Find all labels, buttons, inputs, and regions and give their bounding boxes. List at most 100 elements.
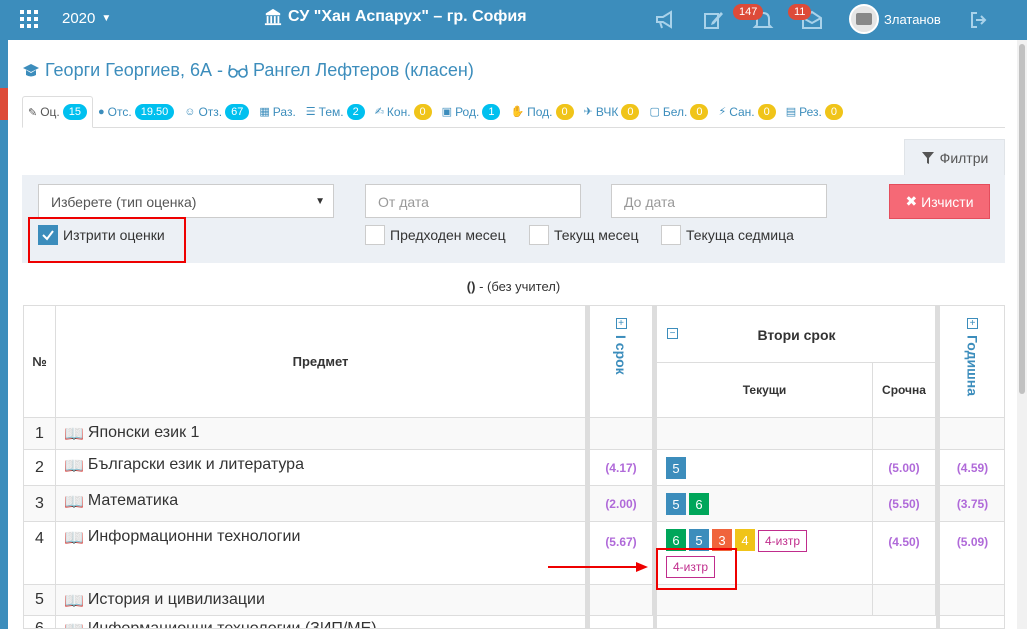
tab-label: Оц. (40, 105, 60, 119)
tab-label: Тем. (318, 104, 344, 119)
logout-icon[interactable] (970, 11, 988, 29)
header-annual[interactable]: + Годишна (940, 306, 1004, 418)
expand-plus-icon[interactable]: + (967, 318, 978, 329)
document-icon: ▤ (785, 106, 797, 118)
sidebar-active-marker (0, 88, 8, 120)
term2-label: Втори срок (757, 326, 836, 343)
annual-cell-spacer (940, 562, 1004, 585)
current-week-checkbox-row[interactable]: Текуща седмица (661, 225, 794, 245)
book-icon: 📖 (64, 458, 84, 475)
annual-label: Годишна (964, 335, 981, 397)
megaphone-icon[interactable] (655, 10, 677, 30)
term-grade-cell (873, 585, 936, 616)
scroll-thumb[interactable] (1019, 44, 1025, 394)
subject-name: Математика (87, 492, 179, 509)
current-month-checkbox[interactable] (529, 225, 549, 245)
tab-label: Под. (527, 104, 553, 119)
term-grade-cell (873, 418, 936, 450)
current-grades-cell: 56 (657, 486, 873, 522)
row-number: 1 (24, 418, 56, 450)
book-icon: 📖 (64, 530, 84, 547)
term1-average: (5.67) (590, 522, 653, 562)
filters-toggle-button[interactable]: Филтри (904, 139, 1005, 175)
tab-label: Отз. (198, 104, 223, 119)
tab-schedule[interactable]: ▦ Раз. (254, 96, 300, 127)
prev-month-checkbox-row[interactable]: Предходен месец (365, 225, 506, 245)
current-month-checkbox-row[interactable]: Текущ месец (529, 225, 638, 245)
row-number: 3 (24, 486, 56, 522)
close-icon: ✖ (905, 193, 918, 209)
chevron-down-icon: ▼ (101, 13, 112, 24)
row-number: 6 (24, 616, 56, 628)
tab-label: Сан. (729, 104, 755, 119)
header-term1[interactable]: + I срок (590, 306, 653, 418)
grade-chip[interactable]: 6 (689, 493, 709, 515)
book-icon: 📖 (64, 593, 84, 610)
red-arrow-annotation (548, 562, 648, 572)
year-label: 2020 (62, 10, 96, 27)
to-date-input[interactable]: До дата (611, 184, 827, 218)
avatar[interactable] (849, 4, 879, 34)
term2-average: (5.00) (873, 450, 936, 486)
subject-name: История и цивилизации (87, 591, 265, 608)
tab-extracurricular[interactable]: ✈ ВЧК 0 (579, 96, 645, 127)
current-week-checkbox[interactable] (661, 225, 681, 245)
row-number: 2 (24, 450, 56, 486)
list-icon: ☰ (305, 106, 316, 118)
term-grade-cell-spacer (873, 562, 936, 585)
table-row: 📖 История и цивилизации (56, 585, 586, 616)
current-grades-cell: 5 (657, 450, 873, 486)
handshake-icon: ✋ (510, 106, 525, 118)
term2-average: (4.50) (873, 522, 936, 562)
prev-month-checkbox[interactable] (365, 225, 385, 245)
tab-count: 0 (757, 103, 776, 120)
top-bar: 2020 ▼ СУ "Хан Аспарух" – гр. София 147 1… (0, 0, 1027, 40)
current-grades-cell (657, 418, 873, 450)
page-title: Георги Георгиев, 6А - Рангел Лефтеров (к… (22, 60, 474, 81)
tab-results[interactable]: ▤ Рез. 0 (781, 96, 848, 127)
from-date-placeholder: От дата (378, 194, 429, 210)
edit-icon[interactable] (703, 10, 725, 30)
from-date-input[interactable]: От дата (365, 184, 581, 218)
notifications-badge: 147 (733, 4, 764, 20)
table-row: 📖 Информационни технологии (56, 522, 586, 585)
year-selector[interactable]: 2020 ▼ (62, 10, 111, 27)
term1-cell (590, 418, 653, 450)
tab-count: 1 (482, 103, 501, 120)
tab-exams[interactable]: ✍ Кон. 0 (370, 96, 437, 127)
subject-name: Български език и литература (87, 456, 304, 473)
username[interactable]: Златанов (884, 12, 941, 27)
tab-topics[interactable]: ☰ Тем. 2 (301, 96, 370, 127)
tab-notes[interactable]: ▢ Бел. 0 (644, 96, 713, 127)
grade-type-select[interactable]: Изберете (тип оценка) ▼ (38, 184, 334, 218)
table-icon: ▦ (259, 106, 270, 118)
grade-chip[interactable]: 5 (666, 493, 686, 515)
grade-chip[interactable]: 5 (666, 457, 686, 479)
tab-label: Отс. (107, 104, 132, 119)
camera-icon (856, 13, 872, 25)
clear-button[interactable]: ✖ Изчисти (889, 184, 990, 219)
tab-parents[interactable]: ▣ Род. 1 (437, 96, 506, 127)
tab-grades[interactable]: ✎ Оц. 15 (22, 96, 94, 128)
tab-count: 67 (225, 103, 250, 120)
page-scrollbar[interactable] (1017, 40, 1027, 629)
tab-remarks[interactable]: ☺ Отз. 67 (179, 96, 254, 127)
tab-count: 2 (346, 103, 365, 120)
term1-cell (590, 585, 653, 616)
edit-doc-icon: ✍ (374, 106, 384, 118)
expand-plus-icon[interactable]: + (615, 318, 627, 329)
annual-average: (3.75) (940, 486, 1004, 522)
tab-sanctions[interactable]: ⚡ Сан. 0 (713, 96, 780, 127)
tab-absences[interactable]: ● Отс. 19.50 (93, 96, 179, 127)
school-name: СУ "Хан Аспарух" – гр. София (288, 8, 527, 25)
current-month-label: Текущ месец (554, 227, 639, 243)
tab-count: 0 (824, 103, 844, 120)
grade-chip[interactable]: 4 (735, 529, 755, 551)
graduation-cap-icon (23, 63, 39, 76)
calendar-icon: ▣ (441, 106, 453, 118)
tab-support[interactable]: ✋ Под. 0 (505, 96, 578, 127)
apps-grid-icon[interactable] (20, 10, 38, 28)
school-title: СУ "Хан Аспарух" – гр. София (264, 8, 527, 26)
deleted-grade-chip[interactable]: 4-изтр (758, 529, 808, 552)
tab-label: Род. (455, 104, 480, 119)
